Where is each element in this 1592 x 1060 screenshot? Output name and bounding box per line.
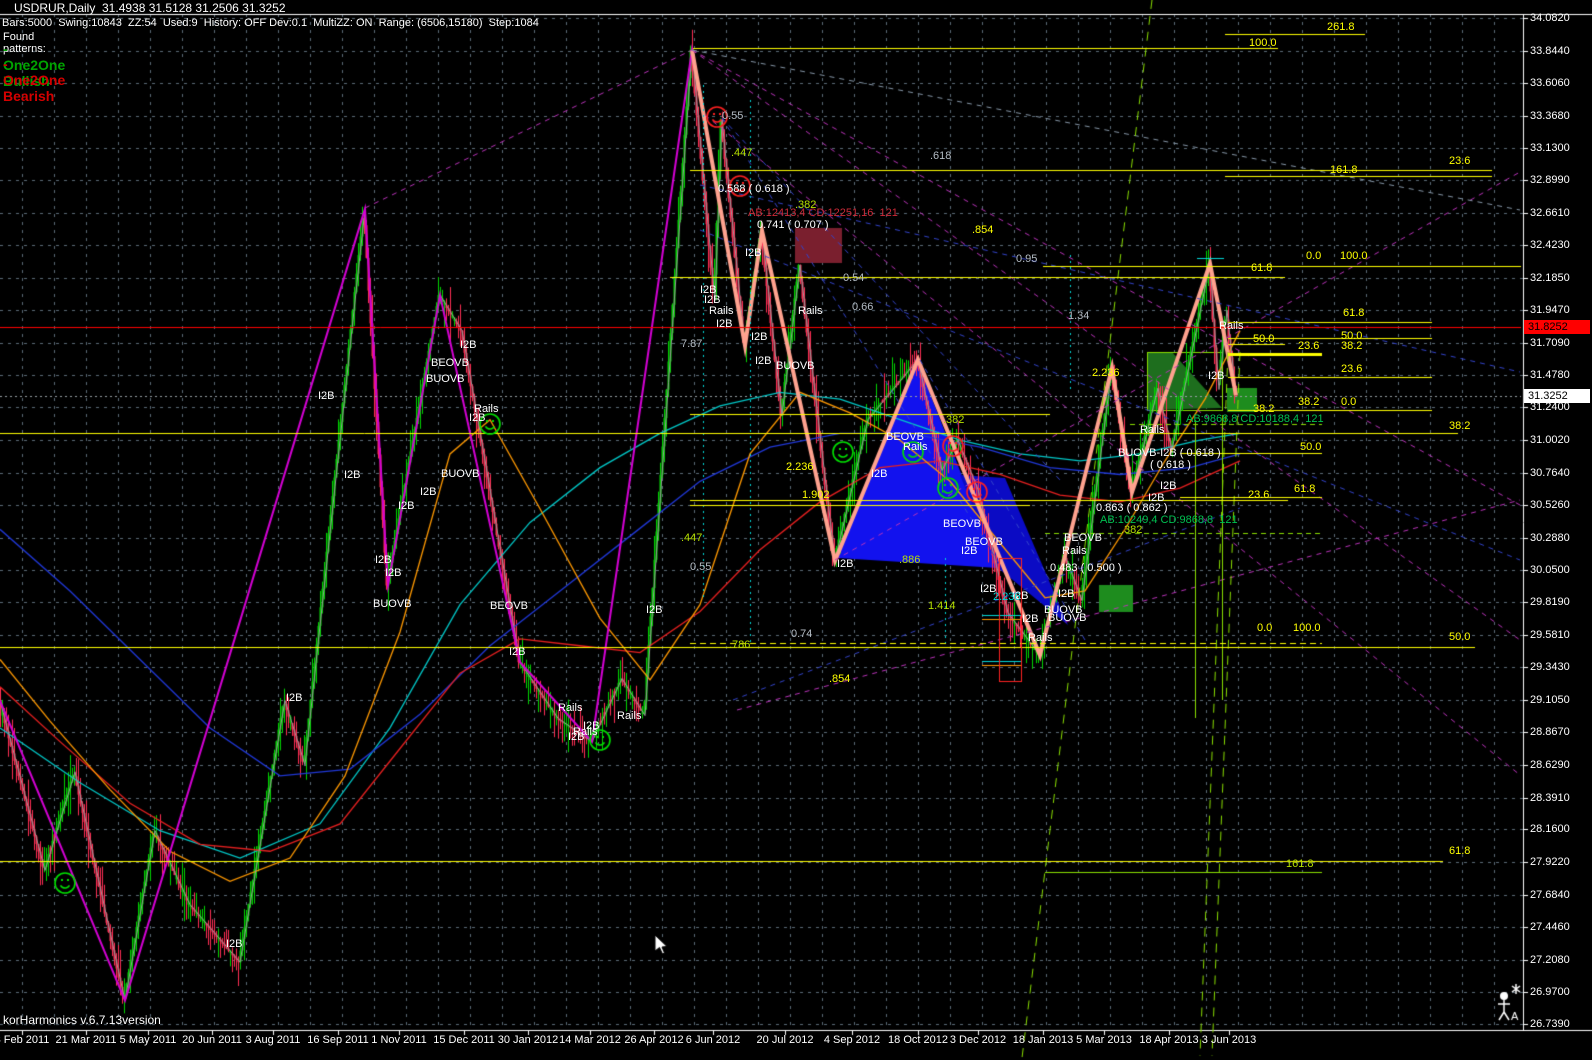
chart-title: USDRUR,Daily 31.4938 31.5128 31.2506 31.… bbox=[14, 1, 286, 15]
alert-price-tag: 31.8252 bbox=[1524, 320, 1590, 335]
mt4-chart-window: 261.8 100.0 23.6 161.8 0.55.447 0.588 ( 0.618… bbox=[0, 0, 1592, 1060]
current-price-tag: 31.3252 bbox=[1524, 388, 1590, 403]
indicator-version-label: korHarmonics v.6.7.13version bbox=[3, 1013, 161, 1027]
pattern-bearish-label: -One2One Bearish bbox=[3, 56, 66, 104]
chart-canvas[interactable] bbox=[0, 0, 1592, 1060]
indicator-info-line: Bars:5000 Swing:10843 ZZ:54 Used:9 Histo… bbox=[2, 17, 539, 29]
